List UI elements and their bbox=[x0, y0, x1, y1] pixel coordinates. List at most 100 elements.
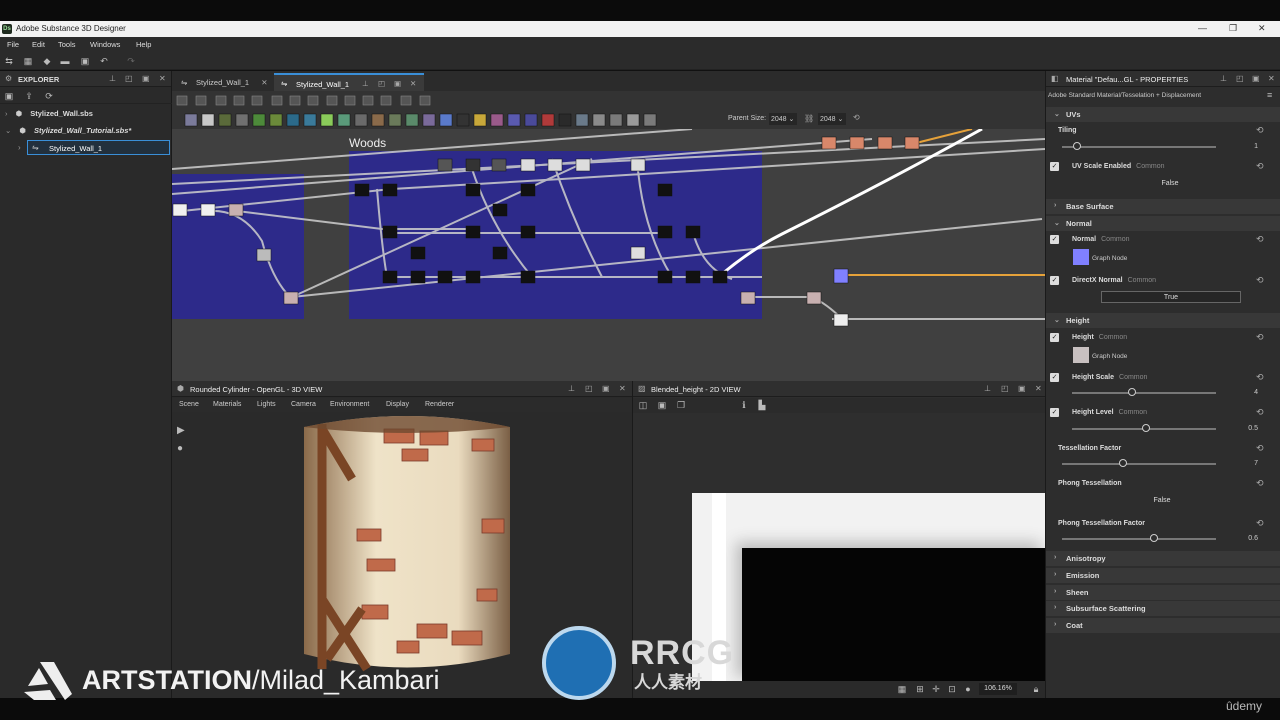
histogram-icon[interactable]: ▙ bbox=[757, 400, 767, 410]
parent-size-select[interactable]: 2048 ⌄ bbox=[769, 113, 797, 125]
save-package-icon[interactable]: ▣ bbox=[4, 91, 14, 101]
section-coat[interactable]: › Coat bbox=[1046, 618, 1280, 633]
fit-icon[interactable]: ◫ bbox=[638, 400, 648, 410]
height-scale-slider[interactable] bbox=[1072, 392, 1216, 394]
tessellation-knob[interactable] bbox=[1119, 459, 1127, 467]
height-scale-checkbox[interactable]: ✓ bbox=[1050, 373, 1059, 382]
3d-menu-renderer[interactable]: Renderer bbox=[425, 401, 454, 408]
3d-menu-scene[interactable]: Scene bbox=[179, 401, 199, 408]
maximize-panel-icon[interactable]: ▣ bbox=[394, 79, 401, 88]
3d-menu-lights[interactable]: Lights bbox=[257, 401, 276, 408]
normal-checkbox[interactable]: ✓ bbox=[1050, 235, 1059, 244]
export-icon[interactable]: ⇪ bbox=[24, 91, 34, 101]
pin-icon[interactable]: ⊥ bbox=[568, 384, 575, 393]
close-panel-icon[interactable]: ✕ bbox=[1268, 74, 1275, 83]
tab-graph[interactable]: ⇋ Stylized_Wall_1 ✕ bbox=[174, 73, 275, 91]
close-icon[interactable]: ✕ bbox=[1258, 23, 1266, 34]
uv-scale-checkbox[interactable]: ✓ bbox=[1050, 162, 1059, 171]
phong-factor-slider[interactable] bbox=[1062, 538, 1216, 540]
reset-icon[interactable]: ⟲ bbox=[1256, 275, 1264, 286]
zoom-out-icon[interactable]: ● bbox=[963, 684, 973, 694]
section-normal[interactable]: ⌄ Normal bbox=[1046, 216, 1280, 231]
3d-menu-materials[interactable]: Materials bbox=[213, 401, 241, 408]
pin-icon[interactable]: ⊥ bbox=[362, 79, 369, 88]
section-height[interactable]: ⌄ Height bbox=[1046, 313, 1280, 328]
pin-icon[interactable]: ⊥ bbox=[1220, 74, 1227, 83]
info-icon[interactable]: ℹ bbox=[739, 400, 749, 410]
save-icon[interactable]: ▣ bbox=[80, 56, 90, 66]
graph-canvas[interactable]: Woods bbox=[172, 129, 1045, 381]
tree-item-package[interactable]: › ⬢ Stylized_Wall.sbs bbox=[5, 109, 93, 118]
3d-menu-camera[interactable]: Camera bbox=[291, 401, 316, 408]
reset-icon[interactable]: ⟲ bbox=[1256, 332, 1264, 343]
chevron-right-icon[interactable]: › bbox=[18, 143, 21, 152]
fit-view-icon[interactable]: ⊡ bbox=[947, 684, 957, 694]
directx-value[interactable]: True bbox=[1101, 291, 1241, 303]
float-icon[interactable]: ◰ bbox=[1001, 384, 1009, 393]
camera-icon[interactable]: ▶ bbox=[177, 425, 185, 436]
height-scale-knob[interactable] bbox=[1128, 388, 1136, 396]
3d-menu-environment[interactable]: Environment bbox=[330, 401, 369, 408]
reset-icon[interactable]: ⟲ bbox=[1256, 125, 1264, 136]
float-icon[interactable]: ◰ bbox=[125, 74, 133, 83]
menu-file[interactable]: File bbox=[7, 40, 19, 49]
menu-windows[interactable]: Windows bbox=[90, 40, 120, 49]
lock-icon[interactable]: 🔒︎ bbox=[1031, 684, 1041, 694]
height-swatch[interactable] bbox=[1073, 347, 1089, 363]
light-icon[interactable]: ● bbox=[177, 443, 183, 454]
save-image-icon[interactable]: ▣ bbox=[657, 400, 667, 410]
close-panel-icon[interactable]: ✕ bbox=[159, 74, 166, 83]
section-base-surface[interactable]: › Base Surface bbox=[1046, 199, 1280, 214]
reset-icon[interactable]: ⟲ bbox=[1256, 478, 1264, 489]
grid-icon[interactable]: ▦ bbox=[897, 684, 907, 694]
output-size-select[interactable]: 2048 ⌄ bbox=[818, 113, 846, 125]
tile-icon[interactable]: ⊞ bbox=[915, 684, 925, 694]
copy-icon[interactable]: ❐ bbox=[676, 400, 686, 410]
reset-icon[interactable]: ⟲ bbox=[1256, 161, 1264, 172]
3d-menu-display[interactable]: Display bbox=[386, 401, 409, 408]
float-icon[interactable]: ◰ bbox=[1236, 74, 1244, 83]
tiling-slider[interactable] bbox=[1062, 146, 1216, 148]
maximize-panel-icon[interactable]: ▣ bbox=[1252, 74, 1260, 83]
section-uvs[interactable]: ⌄ UVs bbox=[1046, 107, 1280, 122]
menu-icon[interactable]: ≡ bbox=[1267, 90, 1272, 100]
section-subsurface[interactable]: › Subsurface Scattering bbox=[1046, 601, 1280, 616]
tab-graph-active[interactable]: ⇋ Stylized_Wall_1 ⊥ ◰ ▣ ✕ bbox=[274, 73, 424, 91]
menu-tools[interactable]: Tools bbox=[58, 40, 76, 49]
close-panel-icon[interactable]: ✕ bbox=[1035, 384, 1042, 393]
pin-icon[interactable]: ⊥ bbox=[984, 384, 991, 393]
menu-edit[interactable]: Edit bbox=[32, 40, 45, 49]
random-seed-icon[interactable]: ⟲ bbox=[853, 113, 860, 122]
zoom-level[interactable]: 106.16% bbox=[979, 683, 1017, 695]
open-folder-icon[interactable]: ▬ bbox=[60, 56, 70, 66]
normal-swatch[interactable] bbox=[1073, 249, 1089, 265]
refresh-icon[interactable]: ⟳ bbox=[44, 91, 54, 101]
reset-icon[interactable]: ⟲ bbox=[1256, 518, 1264, 529]
maximize-panel-icon[interactable]: ▣ bbox=[142, 74, 150, 83]
menu-help[interactable]: Help bbox=[136, 40, 151, 49]
tree-item-graph[interactable]: › ⇋ Stylized_Wall_1 bbox=[18, 140, 170, 155]
reset-icon[interactable]: ⟲ bbox=[1256, 443, 1264, 454]
node-graph[interactable]: Woods bbox=[172, 129, 1045, 381]
section-anisotropy[interactable]: › Anisotropy bbox=[1046, 551, 1280, 566]
section-sheen[interactable]: › Sheen bbox=[1046, 585, 1280, 600]
phong-factor-knob[interactable] bbox=[1150, 534, 1158, 542]
tree-item-package[interactable]: ⌄ ⬢ Stylized_Wall_Tutorial.sbs* bbox=[5, 126, 131, 135]
tessellation-slider[interactable] bbox=[1062, 463, 1216, 465]
section-emission[interactable]: › Emission bbox=[1046, 568, 1280, 583]
tiling-slider-knob[interactable] bbox=[1073, 142, 1081, 150]
float-icon[interactable]: ◰ bbox=[585, 384, 593, 393]
reset-icon[interactable]: ⟲ bbox=[1256, 234, 1264, 245]
undo-icon[interactable]: ↶ bbox=[99, 56, 109, 66]
close-panel-icon[interactable]: ✕ bbox=[619, 384, 626, 393]
close-tab-icon[interactable]: ✕ bbox=[410, 79, 416, 88]
uv-scale-value[interactable]: False bbox=[1101, 178, 1239, 190]
height-level-checkbox[interactable]: ✓ bbox=[1050, 408, 1059, 417]
redo-icon[interactable]: ↷ bbox=[126, 56, 136, 66]
height-level-knob[interactable] bbox=[1142, 424, 1150, 432]
minimize-icon[interactable]: — bbox=[1198, 23, 1207, 33]
maximize-panel-icon[interactable]: ▣ bbox=[602, 384, 610, 393]
pin-icon[interactable]: ⊥ bbox=[109, 74, 116, 83]
new-graph-icon[interactable]: ▦ bbox=[23, 56, 33, 66]
float-icon[interactable]: ◰ bbox=[378, 79, 385, 88]
